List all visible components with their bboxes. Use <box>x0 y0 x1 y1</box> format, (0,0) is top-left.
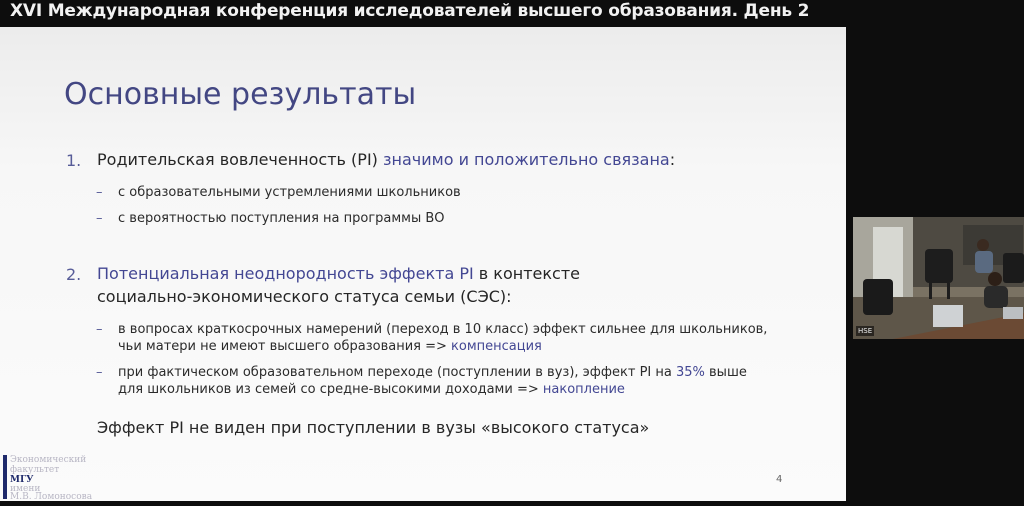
slide-page-number: 4 <box>776 474 783 485</box>
slide-conclusion: Эффект PI не виден при поступлении в вуз… <box>97 418 650 437</box>
item-1-bullet-1: с образовательными устремлениями школьни… <box>118 185 461 200</box>
item-1-bullet-2: с вероятностью поступления на программы … <box>118 211 445 226</box>
webcam-badge: HSE <box>856 326 875 336</box>
item-2-bullet-1-line-2: чьи матери не имеют высшего образования … <box>118 339 542 354</box>
item-2-line-2: социально-экономического статуса семьи (… <box>97 287 512 306</box>
faculty-logo: Экономический факультет МГУ имени М.В. Л… <box>0 453 96 501</box>
item-1-accent: значимо и положительно связана <box>383 150 670 169</box>
item-2-bullet-1-line-1: в вопросах краткосрочных намерений (пере… <box>118 322 768 337</box>
item-1-text: Родительская вовлеченность (PI) значимо … <box>97 150 676 169</box>
item-2-bullet-2-line-1: при фактическом образовательном переходе… <box>118 365 747 380</box>
bullet-dash: – <box>96 322 103 337</box>
slide-title: Основные результаты <box>64 77 417 112</box>
stream-title: XVI Международная конференция исследоват… <box>10 1 810 21</box>
logo-bar <box>3 455 7 499</box>
presentation-slide: Основные результаты 1. Родительская вовл… <box>0 27 846 501</box>
item-2-line-1: Потенциальная неоднородность эффекта PI … <box>97 264 581 283</box>
item-1-number: 1. <box>66 151 82 170</box>
item-2-number: 2. <box>66 265 82 284</box>
item-2-bullet-2-line-2: для школьников из семей со средне-высоки… <box>118 382 625 397</box>
bullet-dash: – <box>96 211 103 226</box>
webcam-scene <box>853 217 1024 339</box>
bullet-dash: – <box>96 365 103 380</box>
bullet-dash: – <box>96 185 103 200</box>
item-2-accent: Потенциальная неоднородность эффекта PI <box>97 264 474 283</box>
webcam-feed: HSE <box>853 217 1024 339</box>
